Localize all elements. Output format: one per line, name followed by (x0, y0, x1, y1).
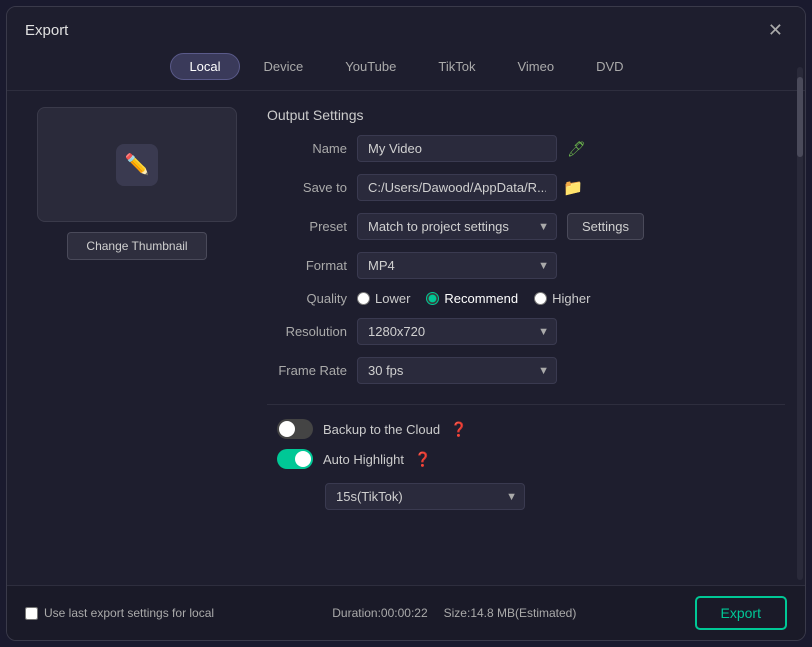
path-row: 📁 (357, 174, 583, 201)
format-select[interactable]: MP4 (357, 252, 557, 279)
close-button[interactable]: ✕ (764, 19, 787, 41)
folder-icon[interactable]: 📁 (563, 178, 583, 198)
preset-select-wrapper: Match to project settings ▼ (357, 213, 557, 240)
path-input[interactable] (357, 174, 557, 201)
quality-higher[interactable]: Higher (534, 291, 590, 306)
quality-lower-label: Lower (375, 291, 410, 306)
main-content: ✏️ Change Thumbnail Output Settings Name… (7, 91, 805, 585)
left-panel: ✏️ Change Thumbnail (27, 107, 247, 569)
export-dialog: Export ✕ Local Device YouTube TikTok Vim… (6, 6, 806, 641)
last-export-checkbox[interactable] (25, 607, 38, 620)
frame-rate-select[interactable]: 30 fps (357, 357, 557, 384)
quality-higher-radio[interactable] (534, 292, 547, 305)
quality-label: Quality (267, 291, 347, 306)
highlight-duration-wrapper: 15s(TikTok) ▼ (325, 483, 785, 510)
resolution-select[interactable]: 1280x720 (357, 318, 557, 345)
duration-info: Duration:00:00:22 (332, 606, 427, 620)
quality-lower-radio[interactable] (357, 292, 370, 305)
format-select-wrapper: MP4 ▼ (357, 252, 557, 279)
tab-vimeo[interactable]: Vimeo (499, 53, 572, 80)
quality-recommend-label: Recommend (444, 291, 518, 306)
footer-center: Duration:00:00:22 Size:14.8 MB(Estimated… (332, 606, 576, 620)
resolution-row: Resolution 1280x720 ▼ (267, 318, 785, 345)
frame-rate-label: Frame Rate (267, 363, 347, 378)
quality-lower[interactable]: Lower (357, 291, 410, 306)
scrollbar-track[interactable] (797, 91, 803, 580)
scrollbar-thumb[interactable] (797, 91, 803, 157)
name-label: Name (267, 141, 347, 156)
quality-higher-label: Higher (552, 291, 590, 306)
backup-toggle-knob (279, 421, 295, 437)
name-row: Name 🖊 (267, 135, 785, 162)
thumbnail-icon: ✏️ (116, 144, 158, 186)
thumbnail-preview: ✏️ (37, 107, 237, 222)
ai-icon[interactable]: 🖊 (567, 140, 586, 158)
tab-local[interactable]: Local (170, 53, 239, 80)
frame-rate-select-wrapper: 30 fps ▼ (357, 357, 557, 384)
save-to-label: Save to (267, 180, 347, 195)
tab-tiktok[interactable]: TikTok (420, 53, 493, 80)
title-bar: Export ✕ (7, 7, 805, 49)
tab-bar: Local Device YouTube TikTok Vimeo DVD (7, 49, 805, 91)
highlight-duration-select-wrapper: 15s(TikTok) ▼ (325, 483, 525, 510)
section-title: Output Settings (267, 107, 785, 123)
auto-highlight-label: Auto Highlight (323, 452, 404, 467)
preset-select[interactable]: Match to project settings (357, 213, 557, 240)
auto-highlight-row: Auto Highlight ❓ (267, 449, 785, 469)
settings-button[interactable]: Settings (567, 213, 644, 240)
export-button[interactable]: Export (695, 596, 787, 630)
save-to-row: Save to 📁 (267, 174, 785, 201)
format-label: Format (267, 258, 347, 273)
size-info: Size:14.8 MB(Estimated) (444, 606, 577, 620)
dialog-title: Export (25, 22, 68, 39)
name-input[interactable] (357, 135, 557, 162)
quality-options: Lower Recommend Higher (357, 291, 590, 306)
tab-youtube[interactable]: YouTube (327, 53, 414, 80)
quality-row: Quality Lower Recommend Higher (267, 291, 785, 306)
backup-toggle[interactable] (277, 419, 313, 439)
highlight-duration-select[interactable]: 15s(TikTok) (325, 483, 525, 510)
quality-recommend[interactable]: Recommend (426, 291, 518, 306)
tab-device[interactable]: Device (246, 53, 322, 80)
last-export-label: Use last export settings for local (44, 606, 214, 620)
resolution-select-wrapper: 1280x720 ▼ (357, 318, 557, 345)
footer-left: Use last export settings for local (25, 606, 214, 620)
auto-highlight-toggle-knob (295, 451, 311, 467)
change-thumbnail-button[interactable]: Change Thumbnail (67, 232, 206, 260)
frame-rate-row: Frame Rate 30 fps ▼ (267, 357, 785, 384)
format-row: Format MP4 ▼ (267, 252, 785, 279)
backup-help-icon[interactable]: ❓ (450, 421, 467, 438)
last-export-checkbox-label[interactable]: Use last export settings for local (25, 606, 214, 620)
resolution-label: Resolution (267, 324, 347, 339)
auto-highlight-toggle[interactable] (277, 449, 313, 469)
preset-row: Preset Match to project settings ▼ Setti… (267, 213, 785, 240)
backup-label: Backup to the Cloud (323, 422, 440, 437)
divider (267, 404, 785, 405)
preset-label: Preset (267, 219, 347, 234)
auto-highlight-help-icon[interactable]: ❓ (414, 451, 431, 468)
tab-dvd[interactable]: DVD (578, 53, 641, 80)
backup-row: Backup to the Cloud ❓ (267, 419, 785, 439)
footer: Use last export settings for local Durat… (7, 585, 805, 640)
quality-recommend-radio[interactable] (426, 292, 439, 305)
right-panel: Output Settings Name 🖊 Save to 📁 Preset (267, 107, 785, 569)
